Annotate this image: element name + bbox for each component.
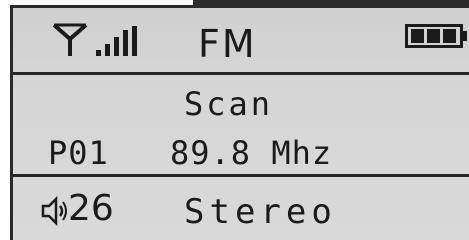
scan-status: Scan [184,85,274,123]
lcd-top-border [10,5,469,8]
preset-number: P01 [48,134,109,172]
battery-icon [405,24,467,48]
antenna-icon [52,23,88,56]
signal-bars-icon [96,26,137,56]
audio-mode: Stereo [184,192,337,232]
volume-level: 26 [68,188,114,229]
lcd-left-border [10,6,13,240]
header-divider [12,72,469,75]
frequency-readout: 89.8 Mhz [170,134,333,172]
speaker-icon [41,196,67,226]
footer-divider [12,174,469,177]
radio-lcd-screen: FM Scan P01 89.8 Mhz 26 Stereo [0,0,469,240]
mode-label: FM [198,22,257,66]
